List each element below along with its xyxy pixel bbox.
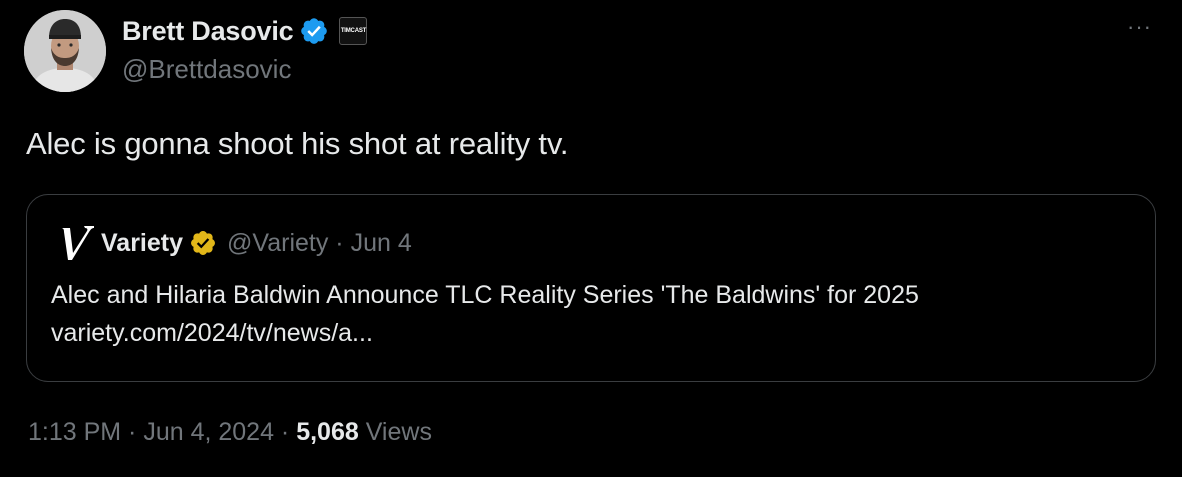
quoted-meta: @Variety · Jun 4 [227,228,412,257]
quoted-link[interactable]: variety.com/2024/tv/news/a... [51,319,373,348]
views-count: 5,068 [296,418,359,446]
affiliation-badge-label: TIMCAST [340,28,367,34]
quoted-display-name[interactable]: Variety [101,229,183,258]
affiliation-badge[interactable]: TIMCAST [339,17,368,45]
views-label: Views [358,418,432,446]
avatar-photo [24,10,106,92]
variety-logo[interactable] [57,223,97,263]
tweet-footer: 1:13 PM · Jun 4, 2024 · 5,068 Views [28,418,432,447]
quoted-headline: Alec and Hilaria Baldwin Announce TLC Re… [51,281,919,309]
more-icon[interactable]: ··· [1127,16,1152,38]
author-handle[interactable]: @Brettdasovic [122,54,291,85]
author-display-name[interactable]: Brett Dasovic [122,16,294,47]
quoted-tweet[interactable]: Variety @Variety · Jun 4 Alec and Hilari… [26,194,1156,382]
avatar[interactable] [24,10,106,92]
author-name-row: Brett Dasovic TIMCAST [122,14,368,48]
verified-gold-badge-icon[interactable] [189,229,217,257]
timestamp[interactable]: 1:13 PM · Jun 4, 2024 · [28,418,296,446]
tweet-text: Alec is gonna shoot his shot at reality … [26,126,569,161]
quoted-tweet-header: Variety @Variety · Jun 4 [57,223,412,263]
tweet: Brett Dasovic TIMCAST @Brettdasovic ··· … [0,0,1182,477]
verified-badge-icon[interactable] [299,16,329,46]
